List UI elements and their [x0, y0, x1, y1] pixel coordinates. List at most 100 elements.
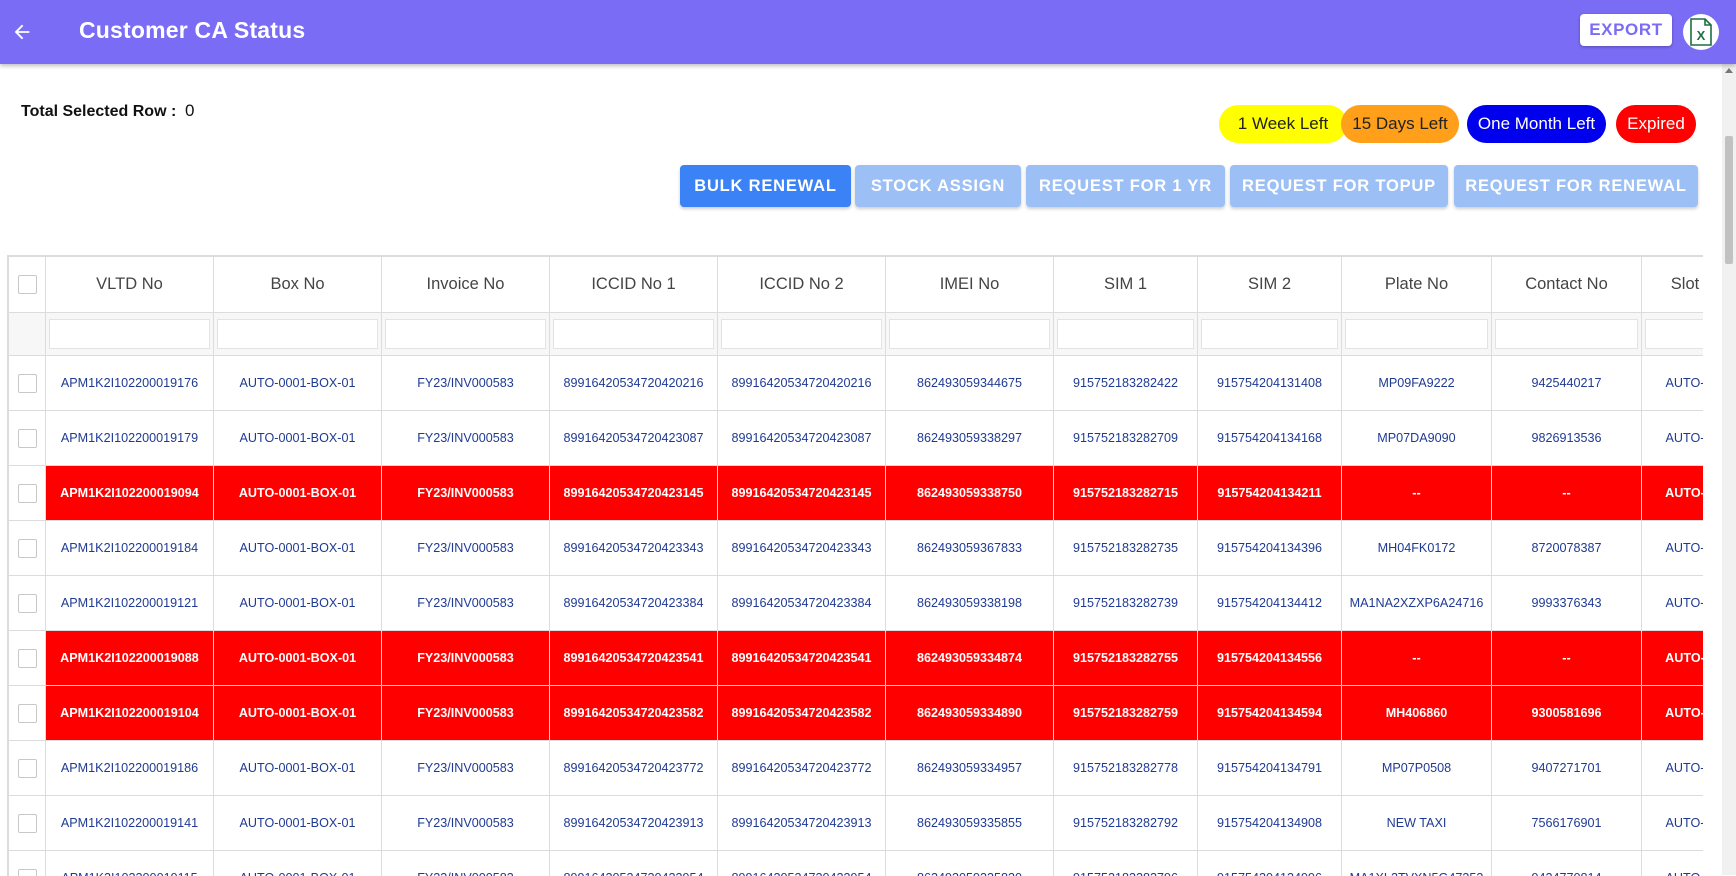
- row-checkbox[interactable]: [18, 704, 37, 723]
- cell-contact-no: --: [1492, 466, 1642, 521]
- row-checkbox[interactable]: [18, 649, 37, 668]
- filter-plate-no-input[interactable]: [1345, 319, 1488, 349]
- cell-sim-2: 915754204131408: [1198, 356, 1342, 411]
- legend-one-month-left: One Month Left: [1467, 105, 1606, 143]
- row-checkbox[interactable]: [18, 484, 37, 503]
- header-row: VLTD No Box No Invoice No ICCID No 1 ICC…: [9, 257, 1704, 313]
- filter-sim-1-input[interactable]: [1057, 319, 1194, 349]
- row-checkbox[interactable]: [18, 759, 37, 778]
- column-header-iccid-no-2[interactable]: ICCID No 2: [718, 257, 886, 313]
- cell-imei-no: 862493059338297: [886, 411, 1054, 466]
- scrollbar-thumb[interactable]: [1725, 136, 1733, 264]
- vertical-scrollbar[interactable]: [1722, 64, 1736, 875]
- cell-invoice-no: FY23/INV000583: [382, 631, 550, 686]
- row-checkbox[interactable]: [18, 814, 37, 833]
- data-grid: VLTD No Box No Invoice No ICCID No 1 ICC…: [7, 255, 1703, 876]
- row-checkbox-cell: [9, 851, 46, 876]
- table-row[interactable]: APM1K2I102200019179AUTO-0001-BOX-01FY23/…: [9, 411, 1704, 466]
- table-row[interactable]: APM1K2I102200019184AUTO-0001-BOX-01FY23/…: [9, 521, 1704, 576]
- cell-sim-1: 915752183282739: [1054, 576, 1198, 631]
- cell-sim-2: 915754204134396: [1198, 521, 1342, 576]
- cell-imei-no: 862493059344675: [886, 356, 1054, 411]
- legend-expired: Expired: [1616, 105, 1696, 143]
- filter-iccid-no-1-input[interactable]: [553, 319, 714, 349]
- column-header-box-no[interactable]: Box No: [214, 257, 382, 313]
- stock-assign-button[interactable]: STOCK ASSIGN: [855, 165, 1021, 207]
- cell-plate-no: NEW TAXI: [1342, 796, 1492, 851]
- cell-vltd-no: APM1K2I102200019184: [46, 521, 214, 576]
- table-row[interactable]: APM1K2I102200019104AUTO-0001-BOX-01FY23/…: [9, 686, 1704, 741]
- select-all-checkbox[interactable]: [18, 275, 37, 294]
- legend-week-left: 1 Week Left: [1219, 105, 1347, 143]
- request-renewal-button[interactable]: REQUEST FOR RENEWAL: [1454, 165, 1698, 207]
- cell-imei-no: 862493059334890: [886, 686, 1054, 741]
- cell-contact-no: --: [1492, 631, 1642, 686]
- request-topup-button[interactable]: REQUEST FOR TOPUP: [1230, 165, 1448, 207]
- cell-plate-no: MA1XL2TVXN5G47353: [1342, 851, 1492, 876]
- cell-invoice-no: FY23/INV000583: [382, 741, 550, 796]
- cell-vltd-no: APM1K2I102200019141: [46, 796, 214, 851]
- cell-imei-no: 862493059338198: [886, 576, 1054, 631]
- bulk-renewal-button[interactable]: BULK RENEWAL: [680, 165, 851, 207]
- request-1yr-button[interactable]: REQUEST FOR 1 YR: [1026, 165, 1225, 207]
- column-header-vltd-no[interactable]: VLTD No: [46, 257, 214, 313]
- cell-invoice-no: FY23/INV000583: [382, 356, 550, 411]
- column-header-iccid-no-1[interactable]: ICCID No 1: [550, 257, 718, 313]
- table-row[interactable]: APM1K2I102200019115AUTO-0001-BOX-01FY23/…: [9, 851, 1704, 876]
- column-header-plate-no[interactable]: Plate No: [1342, 257, 1492, 313]
- column-header-sim-1[interactable]: SIM 1: [1054, 257, 1198, 313]
- filter-cell: [550, 313, 718, 356]
- excel-file-icon[interactable]: X: [1683, 14, 1719, 50]
- filter-vltd-no-input[interactable]: [49, 319, 210, 349]
- cell-slot: AUTO-: [1642, 851, 1704, 876]
- table-row[interactable]: APM1K2I102200019088AUTO-0001-BOX-01FY23/…: [9, 631, 1704, 686]
- table-row[interactable]: APM1K2I102200019141AUTO-0001-BOX-01FY23/…: [9, 796, 1704, 851]
- row-checkbox-cell: [9, 796, 46, 851]
- filter-contact-no-input[interactable]: [1495, 319, 1638, 349]
- cell-contact-no: 9300581696: [1492, 686, 1642, 741]
- filter-iccid-no-2-input[interactable]: [721, 319, 882, 349]
- cell-contact-no: 7566176901: [1492, 796, 1642, 851]
- table-row[interactable]: APM1K2I102200019094AUTO-0001-BOX-01FY23/…: [9, 466, 1704, 521]
- cell-iccid-no-1: 89916420534720423343: [550, 521, 718, 576]
- cell-sim-2: 915754204134594: [1198, 686, 1342, 741]
- row-checkbox-cell: [9, 466, 46, 521]
- cell-slot: AUTO-: [1642, 521, 1704, 576]
- back-button[interactable]: [6, 16, 38, 48]
- svg-text:X: X: [1697, 28, 1706, 43]
- filter-sim-2-input[interactable]: [1201, 319, 1338, 349]
- cell-sim-2: 915754204134908: [1198, 796, 1342, 851]
- row-checkbox[interactable]: [18, 429, 37, 448]
- table-row[interactable]: APM1K2I102200019121AUTO-0001-BOX-01FY23/…: [9, 576, 1704, 631]
- row-checkbox[interactable]: [18, 374, 37, 393]
- row-checkbox-cell: [9, 411, 46, 466]
- column-header-imei-no[interactable]: IMEI No: [886, 257, 1054, 313]
- cell-box-no: AUTO-0001-BOX-01: [214, 631, 382, 686]
- export-button[interactable]: EXPORT: [1580, 14, 1672, 46]
- cell-invoice-no: FY23/INV000583: [382, 521, 550, 576]
- column-header-contact-no[interactable]: Contact No: [1492, 257, 1642, 313]
- column-header-invoice-no[interactable]: Invoice No: [382, 257, 550, 313]
- table-row[interactable]: APM1K2I102200019176AUTO-0001-BOX-01FY23/…: [9, 356, 1704, 411]
- cell-contact-no: 9993376343: [1492, 576, 1642, 631]
- filter-invoice-no-input[interactable]: [385, 319, 546, 349]
- column-header-sim-2[interactable]: SIM 2: [1198, 257, 1342, 313]
- filter-imei-no-input[interactable]: [889, 319, 1050, 349]
- table-row[interactable]: APM1K2I102200019186AUTO-0001-BOX-01FY23/…: [9, 741, 1704, 796]
- selected-row-label: Total Selected Row :: [21, 103, 176, 121]
- filter-box-no-input[interactable]: [217, 319, 378, 349]
- filter-cell: [718, 313, 886, 356]
- cell-iccid-no-2: 89916420534720423343: [718, 521, 886, 576]
- cell-sim-1: 915752183282735: [1054, 521, 1198, 576]
- filter-slot-input[interactable]: [1645, 319, 1703, 349]
- page-title: Customer CA Status: [79, 17, 305, 44]
- cell-vltd-no: APM1K2I102200019115: [46, 851, 214, 876]
- cell-slot: AUTO-: [1642, 576, 1704, 631]
- cell-sim-2: 915754204134412: [1198, 576, 1342, 631]
- scroll-up-icon[interactable]: [1725, 68, 1733, 73]
- row-checkbox[interactable]: [18, 539, 37, 558]
- cell-sim-1: 915752183282778: [1054, 741, 1198, 796]
- row-checkbox[interactable]: [18, 594, 37, 613]
- column-header-slot[interactable]: Slot: [1642, 257, 1704, 313]
- cell-iccid-no-1: 89916420534720423582: [550, 686, 718, 741]
